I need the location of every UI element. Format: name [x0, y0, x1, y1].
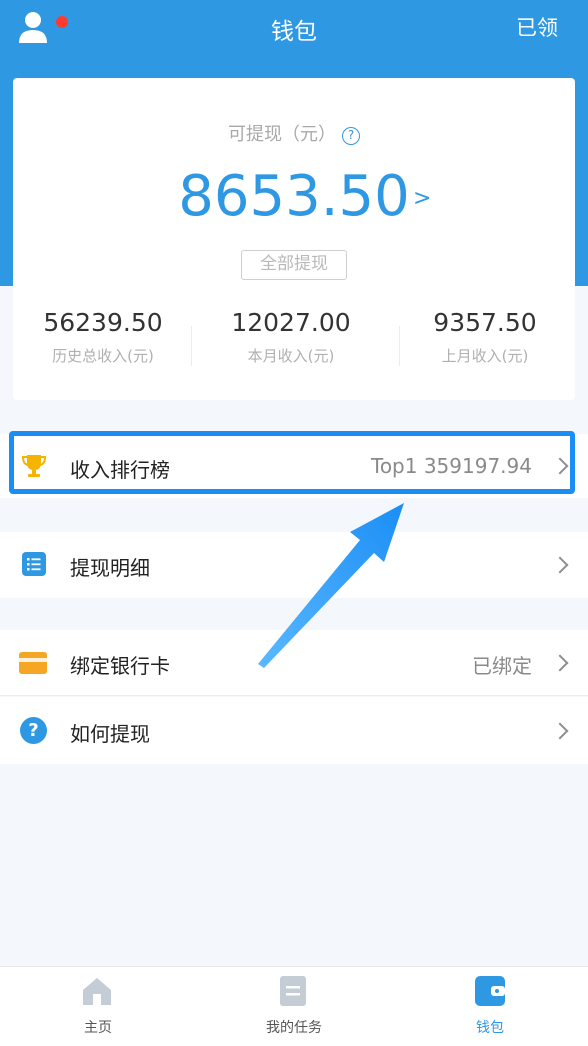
tab-label: 我的任务 [266, 1020, 322, 1036]
wallet-icon [474, 975, 506, 1011]
tab-wallet[interactable]: 钱包 [392, 967, 588, 1046]
tab-my-tasks[interactable]: 我的任务 [196, 967, 392, 1046]
tab-home[interactable]: 主页 [0, 967, 196, 1046]
tab-label: 钱包 [476, 1020, 504, 1036]
bottom-tab-bar: 主页 我的任务 钱包 [0, 966, 588, 1046]
annotation-arrow [258, 503, 404, 668]
task-list-icon [278, 975, 308, 1011]
tab-label: 主页 [84, 1020, 112, 1036]
home-icon [81, 975, 113, 1011]
